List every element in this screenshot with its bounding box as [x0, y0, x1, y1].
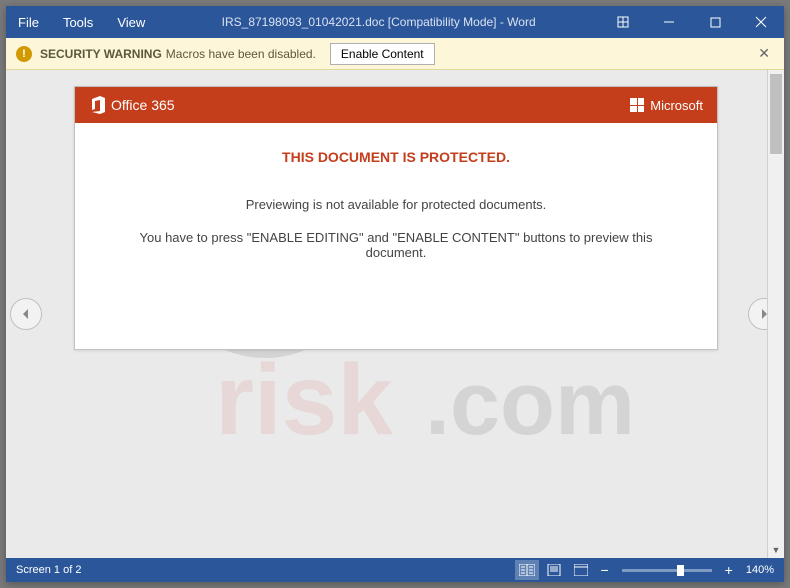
microsoft-logo-icon: [630, 98, 644, 112]
document-page: Office 365 Microsoft THIS DOCUMENT IS PR…: [74, 86, 718, 350]
doc-line-1: Previewing is not available for protecte…: [115, 197, 677, 212]
microsoft-brand: Microsoft: [630, 98, 703, 113]
status-right-group: − + 140%: [515, 560, 774, 580]
doc-protected-title: THIS DOCUMENT IS PROTECTED.: [115, 149, 677, 165]
minimize-icon: [663, 16, 675, 28]
web-layout-icon: [574, 564, 588, 576]
status-bar: Screen 1 of 2 − + 140%: [6, 558, 784, 582]
view-web-layout-button[interactable]: [569, 560, 593, 580]
microsoft-brand-text: Microsoft: [650, 98, 703, 113]
security-heading: SECURITY WARNING: [40, 47, 162, 61]
zoom-in-button[interactable]: +: [721, 562, 737, 578]
zoom-slider[interactable]: [622, 569, 712, 572]
warning-icon: !: [16, 46, 32, 62]
scroll-down-button[interactable]: ▼: [768, 541, 784, 558]
office-logo: Office 365: [89, 96, 175, 114]
print-layout-icon: [547, 564, 561, 576]
read-mode-icon: [519, 564, 535, 576]
svg-text:risk: risk: [215, 344, 393, 456]
menu-file[interactable]: File: [6, 6, 51, 38]
view-print-layout-button[interactable]: [542, 560, 566, 580]
screen-indicator[interactable]: Screen 1 of 2: [16, 564, 81, 576]
menu-view[interactable]: View: [105, 6, 157, 38]
doc-body: THIS DOCUMENT IS PROTECTED. Previewing i…: [75, 123, 717, 304]
office-brand-text: Office 365: [111, 97, 175, 113]
document-canvas: PC risk .com Office 365 Microsoft: [6, 70, 784, 558]
zoom-level[interactable]: 140%: [746, 564, 774, 576]
menu-tools[interactable]: Tools: [51, 6, 105, 38]
doc-line-2: You have to press "ENABLE EDITING" and "…: [115, 230, 677, 260]
enable-content-button[interactable]: Enable Content: [330, 43, 435, 65]
app-window: File Tools View IRS_87198093_01042021.do…: [6, 6, 784, 582]
view-read-mode-button[interactable]: [515, 560, 539, 580]
security-warning-bar: ! SECURITY WARNING Macros have been disa…: [6, 38, 784, 70]
maximize-icon: [710, 17, 721, 28]
doc-brand-header: Office 365 Microsoft: [75, 87, 717, 123]
window-controls: [600, 6, 784, 38]
page-prev-button[interactable]: [10, 298, 42, 330]
zoom-slider-thumb[interactable]: [677, 565, 684, 576]
security-message: Macros have been disabled.: [166, 47, 316, 61]
fullscreen-icon: [617, 16, 629, 28]
security-close-button[interactable]: ✕: [754, 41, 774, 66]
minimize-button[interactable]: [646, 6, 692, 38]
fullscreen-button[interactable]: [600, 6, 646, 38]
svg-text:.com: .com: [425, 354, 635, 454]
close-button[interactable]: [738, 6, 784, 38]
zoom-out-button[interactable]: −: [596, 562, 612, 578]
close-icon: [755, 16, 767, 28]
chevron-left-icon: [21, 308, 31, 320]
vertical-scrollbar[interactable]: ▲ ▼: [767, 70, 784, 558]
window-title: IRS_87198093_01042021.doc [Compatibility…: [157, 15, 600, 29]
maximize-button[interactable]: [692, 6, 738, 38]
title-bar: File Tools View IRS_87198093_01042021.do…: [6, 6, 784, 38]
scroll-thumb[interactable]: [770, 74, 782, 154]
office-icon: [89, 96, 105, 114]
